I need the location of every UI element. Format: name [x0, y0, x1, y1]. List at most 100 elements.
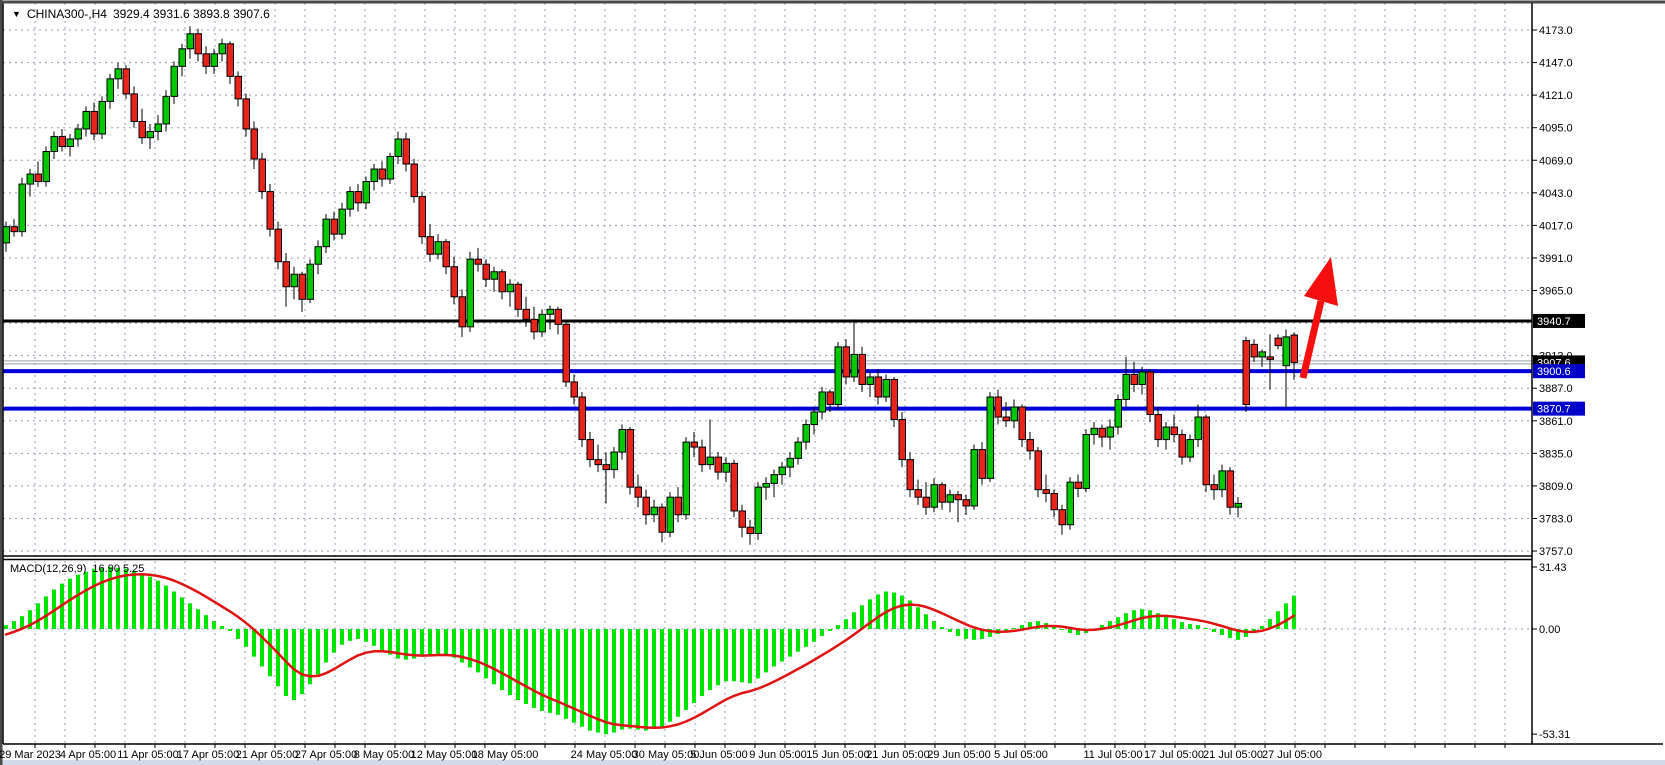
candle-body — [283, 262, 290, 287]
macd-histogram-bar — [244, 629, 248, 647]
candle-body — [1187, 440, 1194, 458]
candle-body — [467, 259, 474, 327]
candle-body — [1083, 435, 1090, 489]
chart-title-ohlc: 3929.4 3931.6 3893.8 3907.6 — [113, 7, 270, 21]
price-axis-label: 4069.0 — [1539, 155, 1573, 167]
candle-body — [11, 227, 18, 232]
candle-body — [139, 121, 146, 137]
candle-body — [155, 124, 162, 132]
macd-histogram-bar — [348, 629, 352, 641]
macd-histogram-bar — [108, 567, 112, 629]
macd-histogram-bar — [324, 629, 328, 663]
macd-histogram-bar — [44, 596, 48, 629]
candle-body — [923, 497, 930, 507]
candle-body — [539, 314, 546, 332]
candle-body — [475, 259, 482, 264]
time-axis-label: 17 Apr 05:00 — [177, 749, 239, 761]
candle-body — [195, 34, 202, 54]
candle-body — [1235, 503, 1242, 507]
macd-histogram-bar — [1204, 628, 1208, 629]
macd-histogram-bar — [1292, 596, 1296, 629]
candle-body — [379, 169, 386, 179]
macd-histogram-bar — [916, 607, 920, 629]
candle-body — [1003, 417, 1010, 421]
macd-histogram-bar — [956, 629, 960, 636]
macd-histogram-bar — [4, 625, 8, 629]
price-axis-label: 3861.0 — [1539, 416, 1573, 428]
macd-histogram-bar — [132, 571, 136, 629]
candle-body — [899, 420, 906, 460]
time-axis-label: 12 May 05:00 — [411, 749, 478, 761]
macd-histogram-bar — [652, 629, 656, 729]
time-axis-label: 15 Jun 05:00 — [806, 749, 870, 761]
macd-histogram-bar — [356, 629, 360, 639]
candle-body — [707, 457, 714, 465]
candle-body — [859, 354, 866, 384]
macd-histogram-bar — [972, 629, 976, 640]
time-axis-label: 11 Jul 05:00 — [1083, 749, 1142, 761]
candle-body — [435, 242, 442, 255]
macd-histogram-bar — [140, 574, 144, 629]
macd-indicator-values: 16.90 5.25 — [92, 563, 144, 575]
candle-body — [291, 274, 298, 287]
symbol-dropdown-icon[interactable]: ▼ — [12, 8, 21, 20]
time-axis-label: 17 Jul 05:00 — [1144, 749, 1204, 761]
time-axis-label: 5 Jul 05:00 — [994, 749, 1048, 761]
candle-body — [1091, 428, 1098, 434]
candle-body — [547, 309, 554, 314]
candle-body — [1115, 399, 1122, 427]
macd-histogram-bar — [964, 629, 968, 639]
candle-body — [147, 131, 154, 137]
candle-body — [107, 79, 114, 102]
macd-histogram-bar — [292, 629, 296, 700]
candle-body — [1211, 485, 1218, 490]
macd-histogram-bar — [268, 629, 272, 676]
candle-body — [243, 99, 250, 129]
candle-body — [259, 159, 266, 192]
candle-body — [563, 324, 570, 382]
macd-histogram-bar — [612, 629, 616, 733]
candle-body — [67, 139, 74, 147]
macd-histogram-bar — [516, 629, 520, 700]
macd-histogram-bar — [1068, 629, 1072, 633]
time-axis-label: 24 May 05:00 — [571, 749, 638, 761]
macd-histogram-bar — [100, 568, 104, 629]
price-chart-canvas[interactable]: 4173.04147.04121.04095.04069.04043.04017… — [0, 0, 1665, 765]
candle-body — [779, 467, 786, 475]
candle-body — [275, 229, 282, 262]
candle-body — [307, 264, 314, 299]
candle-body — [675, 497, 682, 515]
candle-body — [867, 377, 874, 385]
candle-body — [371, 169, 378, 182]
support-price-label: 3900.6 — [1537, 366, 1571, 378]
time-axis-label: 11 Apr 05:00 — [117, 749, 179, 761]
macd-histogram-bar — [700, 629, 704, 696]
macd-histogram-bar — [900, 595, 904, 629]
macd-histogram-bar — [124, 569, 128, 629]
candle-body — [771, 475, 778, 484]
time-axis-label: 29 Jun 05:00 — [927, 749, 991, 761]
candle-body — [491, 272, 498, 280]
macd-histogram-bar — [748, 629, 752, 683]
candle-body — [363, 182, 370, 203]
candle-body — [1075, 482, 1082, 488]
macd-histogram-bar — [204, 615, 208, 629]
macd-histogram-bar — [212, 621, 216, 629]
macd-histogram-bar — [820, 629, 824, 636]
macd-histogram-bar — [156, 581, 160, 629]
macd-histogram-bar — [676, 629, 680, 717]
candle-body — [987, 397, 994, 478]
price-axis-label: 4173.0 — [1539, 25, 1573, 37]
candle-body — [851, 354, 858, 377]
macd-histogram-bar — [1164, 616, 1168, 629]
candle-body — [163, 96, 170, 124]
macd-histogram-bar — [788, 629, 792, 657]
macd-histogram-bar — [740, 629, 744, 682]
price-axis-label: 3757.0 — [1539, 546, 1573, 558]
candle-body — [843, 347, 850, 377]
candle-body — [619, 430, 626, 453]
macd-histogram-bar — [924, 614, 928, 629]
candle-body — [1259, 352, 1266, 357]
macd-histogram-bar — [828, 629, 832, 631]
candle-body — [955, 495, 962, 500]
